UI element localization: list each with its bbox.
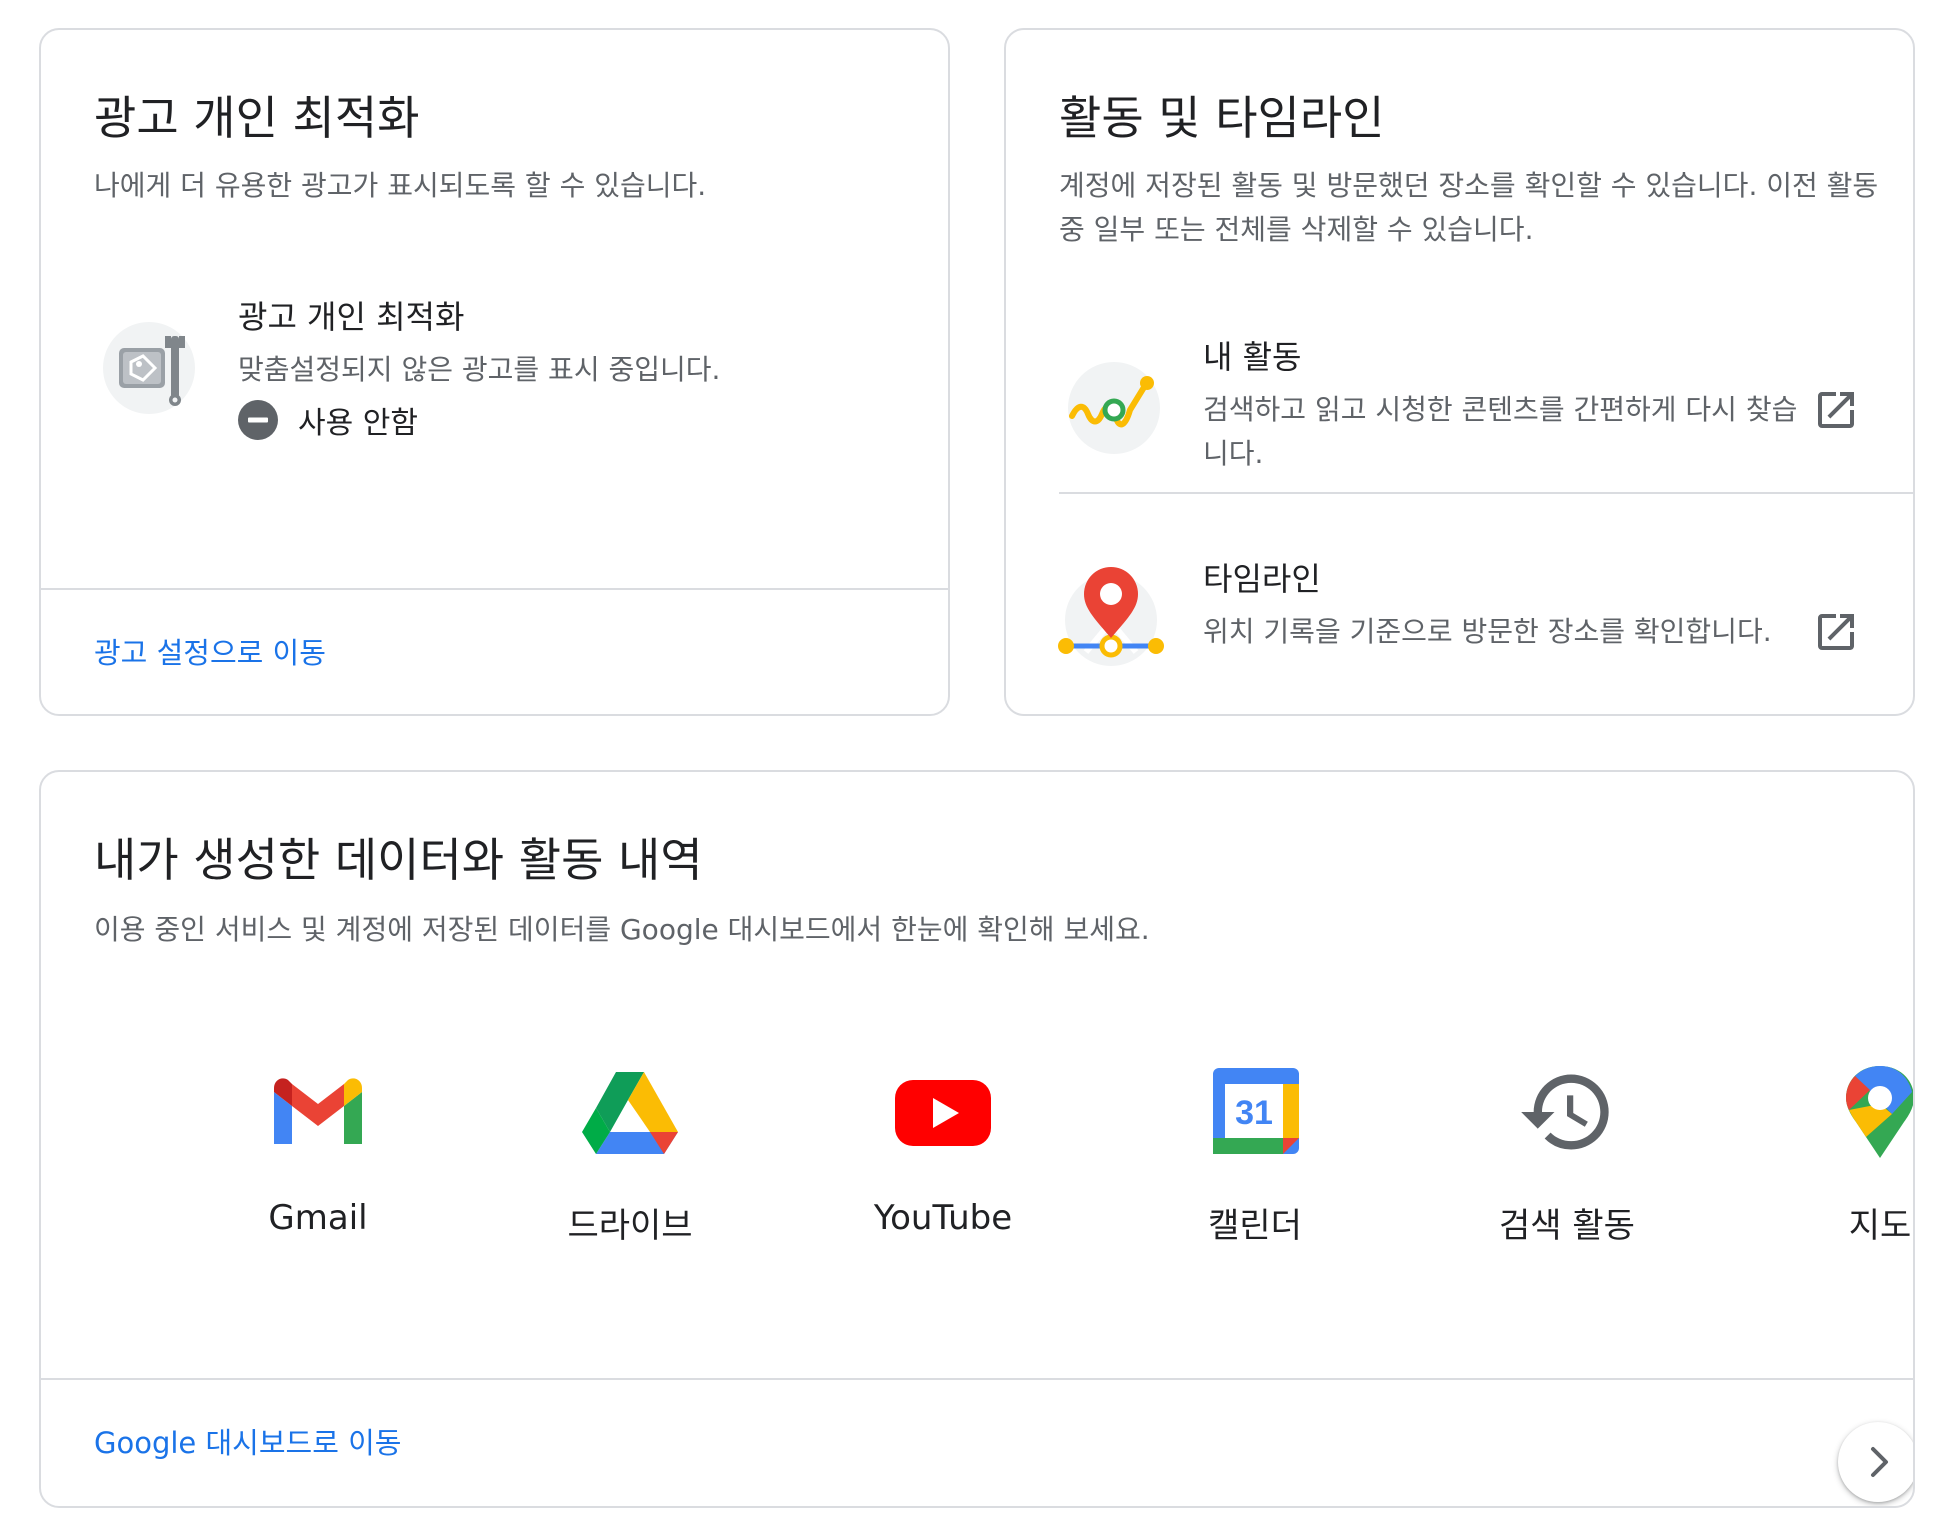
my-activity-icon xyxy=(1068,362,1160,454)
open-in-new-icon[interactable] xyxy=(1812,608,1860,656)
ad-settings-icon xyxy=(103,322,195,414)
chevron-right-icon xyxy=(1871,1447,1888,1477)
card-title: 내가 생성한 데이터와 활동 내역 xyxy=(94,833,703,887)
setting-description: 맞춤설정되지 않은 광고를 표시 중입니다. xyxy=(238,353,721,386)
drive-icon xyxy=(582,1072,678,1154)
card-title: 광고 개인 최적화 xyxy=(94,91,420,145)
service-label: 드라이브 xyxy=(567,1206,693,1246)
service-label: 검색 활동 xyxy=(1499,1206,1635,1246)
card-description: 이용 중인 서비스 및 계정에 저장된 데이터를 Google 대시보드에서 한… xyxy=(94,913,1150,946)
timeline-description: 위치 기록을 기준으로 방문한 장소를 확인합니다. xyxy=(1203,615,1772,648)
my-activity-item[interactable]: 내 활동 검색하고 읽고 시청한 콘텐츠를 간편하게 다시 찾습니다. xyxy=(1006,300,1913,490)
open-in-new-icon[interactable] xyxy=(1812,386,1860,434)
status-indicator: 사용 안함 xyxy=(238,398,418,442)
services-carousel: Gmail 드라이브 YouTube 31 캘린더 검색 활동 지도 xyxy=(41,1062,1913,1502)
timeline-icon xyxy=(1058,567,1164,666)
activity-timeline-card: 활동 및 타임라인 계정에 저장된 활동 및 방문했던 장소를 확인할 수 있습… xyxy=(1004,28,1915,716)
calendar-icon: 31 xyxy=(1213,1068,1299,1154)
divider xyxy=(1059,492,1913,494)
timeline-item[interactable]: 타임라인 위치 기록을 기준으로 방문한 장소를 확인합니다. xyxy=(1006,522,1913,712)
timeline-title: 타임라인 xyxy=(1203,560,1321,598)
card-description: 나에게 더 유용한 광고가 표시되도록 할 수 있습니다. xyxy=(94,169,707,202)
service-label: 지도 xyxy=(1848,1206,1912,1246)
my-activity-title: 내 활동 xyxy=(1203,338,1302,376)
maps-icon xyxy=(1846,1066,1913,1158)
card-title: 활동 및 타임라인 xyxy=(1059,91,1385,145)
my-activity-description: 검색하고 읽고 시청한 콘텐츠를 간편하게 다시 찾습니다. xyxy=(1203,393,1798,470)
card-description: 계정에 저장된 활동 및 방문했던 장소를 확인할 수 있습니다. 이전 활동 … xyxy=(1059,169,1879,246)
carousel-next-button[interactable] xyxy=(1838,1422,1913,1502)
disabled-icon xyxy=(238,400,278,440)
ad-personalization-card: 광고 개인 최적화 나에게 더 유용한 광고가 표시되도록 할 수 있습니다. … xyxy=(39,28,950,716)
divider xyxy=(41,588,948,590)
status-label: 사용 안함 xyxy=(298,406,418,441)
data-and-activity-card: 내가 생성한 데이터와 활동 내역 이용 중인 서비스 및 계정에 저장된 데이… xyxy=(39,770,1915,1508)
go-to-ad-settings-link[interactable]: 광고 설정으로 이동 xyxy=(94,630,326,672)
service-label: Gmail xyxy=(268,1198,368,1238)
gmail-icon xyxy=(274,1078,362,1144)
calendar-date: 31 xyxy=(1235,1094,1273,1132)
youtube-icon xyxy=(895,1080,991,1146)
ad-personalization-setting[interactable]: 광고 개인 최적화 맞춤설정되지 않은 광고를 표시 중입니다. 사용 안함 xyxy=(41,230,948,441)
service-label: 캘린더 xyxy=(1208,1206,1302,1246)
history-icon xyxy=(1521,1074,1609,1150)
go-to-google-dashboard-link[interactable]: Google 대시보드로 이동 xyxy=(94,1420,401,1462)
setting-title: 광고 개인 최적화 xyxy=(238,298,465,336)
service-label: YouTube xyxy=(873,1198,1013,1238)
divider xyxy=(41,1378,1913,1380)
